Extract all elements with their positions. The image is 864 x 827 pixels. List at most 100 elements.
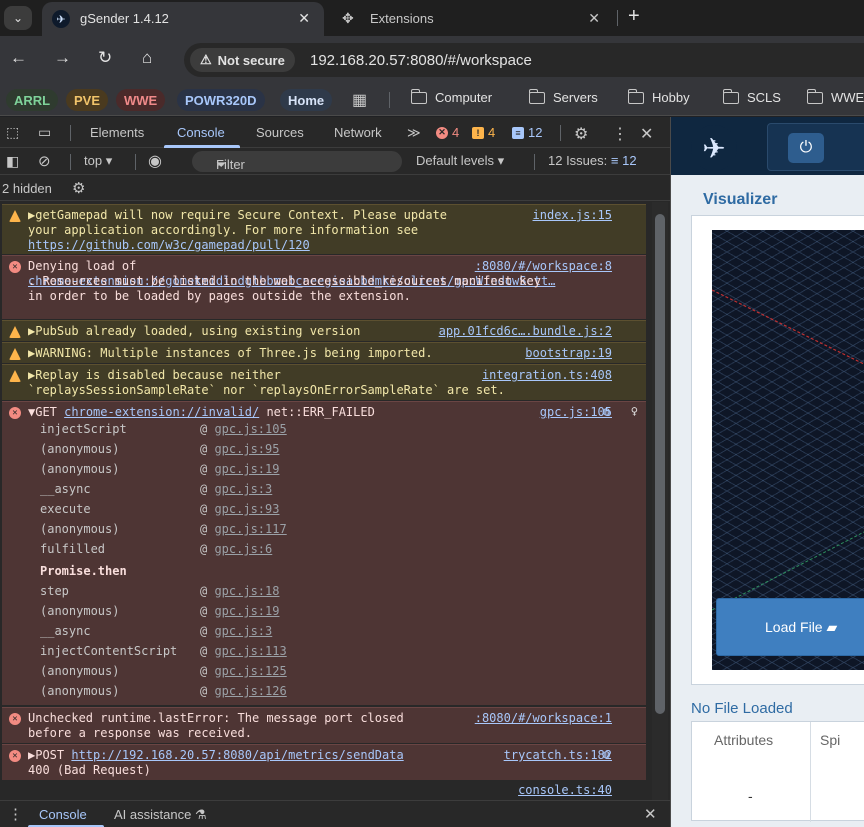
bookmark-folder-scls[interactable]: SCLS xyxy=(723,88,781,105)
stack-source-link[interactable]: gpc.js:126 xyxy=(214,684,286,698)
bookmark-folder-hobby[interactable]: Hobby xyxy=(628,88,690,105)
stack-source-link[interactable]: gpc.js:117 xyxy=(214,522,286,536)
spindle-header: Spi xyxy=(820,732,841,748)
stack-source-link[interactable]: gpc.js:6 xyxy=(214,542,272,556)
hidden-messages-bar: 2 hidden ⚙ xyxy=(0,175,670,201)
stack-source-link[interactable]: gpc.js:93 xyxy=(214,502,279,516)
message-text-2: . Resources must be listed in the web_ac… xyxy=(28,274,541,303)
console-error: ✕ Unchecked runtime.lastError: The messa… xyxy=(2,707,646,743)
stack-source-link[interactable]: gpc.js:19 xyxy=(214,604,279,618)
source-link[interactable]: :8080/#/workspace:8 xyxy=(475,259,612,274)
stack-source-link[interactable]: gpc.js:18 xyxy=(214,584,279,598)
stack-source-link[interactable]: gpc.js:19 xyxy=(214,462,279,476)
message-link[interactable]: http://192.168.20.57:8080/api/metrics/se… xyxy=(71,748,403,762)
folder-label: SCLS xyxy=(747,90,781,105)
drawer-menu-icon[interactable]: ⋮ xyxy=(8,805,23,823)
tab-elements[interactable]: Elements xyxy=(90,125,144,140)
issues-counter[interactable]: ≡ 12 xyxy=(512,125,542,140)
toolbar-separator xyxy=(135,154,136,170)
inspect-element-icon[interactable]: ⬚ xyxy=(6,124,19,141)
issues-count: 12 xyxy=(622,153,637,168)
toolbar-separator xyxy=(534,154,535,170)
stack-frame: (anonymous) @ gpc.js:19 xyxy=(40,604,279,619)
tab-search-button[interactable]: ⌄ xyxy=(4,6,32,30)
device-toolbar-icon[interactable]: ▭ xyxy=(38,124,51,141)
tab-gsender[interactable]: ✈ gSender 1.4.12 ✕ xyxy=(42,2,324,36)
warning-counter[interactable]: ! 4 xyxy=(472,125,495,140)
bookmark-powr320d[interactable]: POWR320D xyxy=(177,89,265,111)
console-settings-gear-icon[interactable]: ⚙ xyxy=(72,179,85,197)
more-tabs-icon[interactable]: ≫ xyxy=(407,125,421,141)
tab-console[interactable]: Console xyxy=(177,125,225,140)
address-bar[interactable]: ⚠ Not secure 192.168.20.57:8080/#/worksp… xyxy=(184,43,864,77)
console-filter-input[interactable]: ⏷ Filter xyxy=(192,151,402,172)
bookmark-folder-servers[interactable]: Servers xyxy=(529,88,598,105)
back-icon[interactable]: ← xyxy=(10,48,27,68)
bookmark-home[interactable]: Home xyxy=(280,89,333,111)
stack-source-link[interactable]: gpc.js:95 xyxy=(214,442,279,456)
stack-location: @ gpc.js:19 xyxy=(200,604,280,618)
stack-source-link[interactable]: gpc.js:113 xyxy=(214,644,286,658)
tab-sources[interactable]: Sources xyxy=(256,125,304,140)
message-link[interactable]: chrome-extension://invalid/ xyxy=(64,405,259,419)
load-file-button[interactable]: Load File ▰ xyxy=(716,598,864,656)
close-drawer-icon[interactable]: ✕ xyxy=(644,805,657,823)
more-options-icon[interactable]: ⋮ xyxy=(612,124,628,144)
new-tab-button[interactable]: + xyxy=(628,5,640,28)
toolbar-separator xyxy=(70,125,71,141)
ai-insights-icon[interactable]: ♀ xyxy=(631,404,638,419)
source-link[interactable]: console.ts:40 xyxy=(518,783,612,796)
bookmark-wwe[interactable]: WWE xyxy=(116,89,166,111)
apps-grid-icon[interactable]: ▦ xyxy=(352,90,367,110)
source-link[interactable]: integration.ts:408 xyxy=(482,368,612,383)
console-scrollbar[interactable] xyxy=(652,202,668,800)
log-levels-dropdown[interactable]: Default levels ▾ xyxy=(416,153,504,169)
security-chip[interactable]: ⚠ Not secure xyxy=(190,48,295,72)
error-counter[interactable]: ✕ 4 xyxy=(436,125,459,140)
source-link[interactable]: trycatch.ts:182 xyxy=(504,748,612,763)
message-link[interactable]: https://github.com/w3c/gamepad/pull/120 xyxy=(28,238,310,252)
connect-button[interactable]: ⏻ xyxy=(767,123,864,171)
source-link[interactable]: gpc.js:105 xyxy=(540,405,612,420)
bookmark-arrl[interactable]: ARRL xyxy=(6,89,59,111)
file-attributes-table: Attributes Spi - xyxy=(691,721,864,822)
source-link[interactable]: app.01fcd6c….bundle.js:2 xyxy=(439,324,612,339)
source-link[interactable]: :8080/#/workspace:1 xyxy=(475,711,612,726)
drawer-tab-console[interactable]: Console xyxy=(39,807,87,822)
close-tab-icon[interactable]: ✕ xyxy=(588,10,600,27)
stack-source-link[interactable]: gpc.js:3 xyxy=(214,624,272,638)
issues-link[interactable]: 12 Issues: ≡ 12 xyxy=(548,153,637,168)
stack-location: @ gpc.js:126 xyxy=(200,684,287,698)
source-link[interactable]: index.js:15 xyxy=(533,208,612,223)
forward-icon[interactable]: → xyxy=(54,48,71,68)
stack-function: Promise.then xyxy=(40,564,127,578)
bookmark-folder-wwe[interactable]: WWE xyxy=(807,88,864,105)
tab-extensions[interactable]: ✥ Extensions ✕ xyxy=(332,2,612,36)
reload-icon[interactable]: ↻ xyxy=(98,48,112,68)
scroll-thumb[interactable] xyxy=(655,214,665,714)
warning-count: 4 xyxy=(488,125,496,140)
bookmark-folder-computer[interactable]: Computer xyxy=(411,88,492,105)
close-tab-icon[interactable]: ✕ xyxy=(298,10,310,27)
warning-icon: ⚠ xyxy=(200,52,212,67)
url-text[interactable]: 192.168.20.57:8080/#/workspace xyxy=(310,52,532,69)
settings-gear-icon[interactable]: ⚙ xyxy=(574,124,588,144)
bookmark-pve[interactable]: PVE xyxy=(66,89,109,111)
home-icon[interactable]: ⌂ xyxy=(142,48,152,68)
stack-source-link[interactable]: gpc.js:125 xyxy=(214,664,286,678)
close-devtools-icon[interactable]: ✕ xyxy=(640,124,653,144)
sidebar-toggle-icon[interactable]: ◧ xyxy=(6,153,19,170)
network-icon[interactable]: ◍ xyxy=(603,747,610,762)
source-link[interactable]: bootstrap:19 xyxy=(525,346,612,361)
network-icon[interactable]: ◍ xyxy=(603,404,610,419)
tab-network[interactable]: Network xyxy=(334,125,382,140)
stack-source-link[interactable]: gpc.js:105 xyxy=(214,422,286,436)
drawer-tab-ai-assistance[interactable]: AI assistance ⚗ xyxy=(114,807,207,823)
stack-frame: __async @ gpc.js:3 xyxy=(40,482,272,497)
context-selector[interactable]: top ▾ xyxy=(84,153,112,169)
clear-console-icon[interactable]: ⊘ xyxy=(38,152,51,170)
warning-icon xyxy=(9,370,21,382)
stack-frame: (anonymous) @ gpc.js:95 xyxy=(40,442,279,457)
stack-source-link[interactable]: gpc.js:3 xyxy=(214,482,272,496)
eye-icon[interactable]: ◉ xyxy=(148,151,162,171)
